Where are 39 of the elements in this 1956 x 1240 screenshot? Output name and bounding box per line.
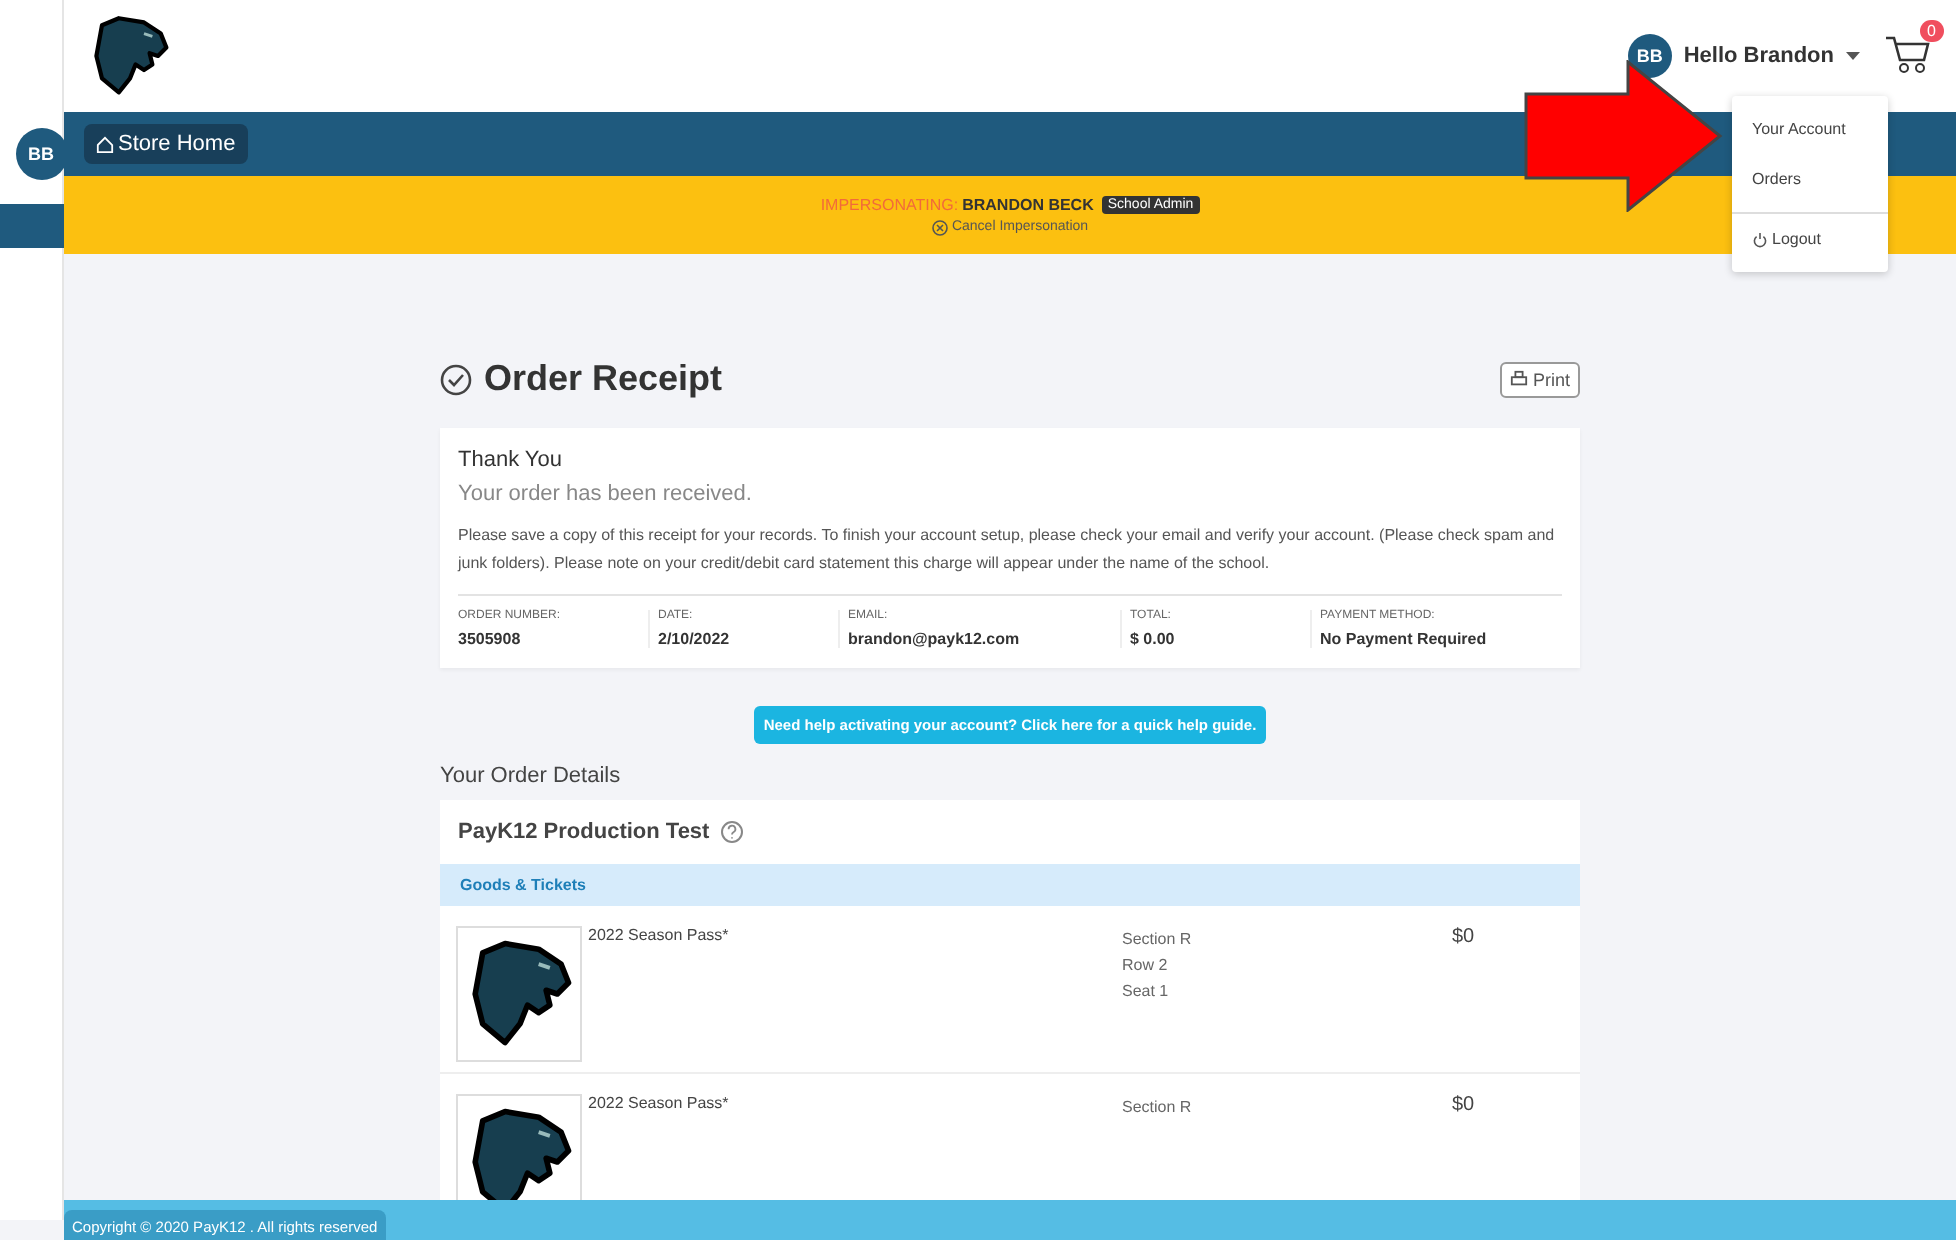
field-value: 2/10/2022 bbox=[658, 630, 732, 648]
category-header: Goods & Tickets bbox=[440, 864, 1580, 906]
page-title: Order Receipt bbox=[440, 358, 723, 400]
sidebar-active-bar bbox=[0, 204, 63, 248]
impersonating-label: IMPERSONATING: bbox=[820, 195, 959, 213]
close-icon bbox=[931, 219, 948, 235]
check-circle-icon bbox=[440, 363, 472, 395]
receipt-subheading: Your order has been received. bbox=[458, 482, 754, 506]
field-value: brandon@payk12.com bbox=[848, 630, 1022, 648]
field-value: 3505908 bbox=[458, 630, 523, 648]
power-icon bbox=[1752, 231, 1768, 247]
user-avatar: BB bbox=[15, 128, 67, 180]
impersonated-user-name: BRANDON BECK bbox=[962, 195, 1094, 213]
item-detail: Row 2 bbox=[1122, 956, 1170, 974]
receipt-heading: Thank You bbox=[458, 448, 564, 472]
user-menu-button[interactable]: Hello Brandon bbox=[1683, 44, 1860, 68]
field-value: No Payment Required bbox=[1320, 630, 1489, 648]
logout-menu-item[interactable]: Logout bbox=[1732, 212, 1888, 264]
item-name: 2022 Season Pass* bbox=[588, 926, 731, 944]
section-title: Your Order Details bbox=[440, 764, 623, 788]
field-value: $ 0.00 bbox=[1130, 630, 1177, 648]
home-icon bbox=[96, 135, 114, 153]
panther-logo bbox=[88, 12, 172, 100]
menu-item[interactable]: Orders bbox=[1732, 154, 1888, 204]
printer-icon bbox=[1510, 370, 1529, 388]
receipt-note: Please save a copy of this receipt for your records. To finish your account setup, please check your email and verify your account. (Please check spam and junk folders). Please note on your credit/debit card statement this charge will appear under the name of the school. bbox=[458, 522, 1562, 596]
item-detail: Seat 1 bbox=[1122, 982, 1171, 1000]
item-name: 2022 Season Pass* bbox=[588, 1094, 731, 1112]
store-home-button[interactable]: Store Home bbox=[84, 124, 248, 164]
menu-item[interactable]: Your Account bbox=[1732, 104, 1888, 154]
help-icon bbox=[719, 820, 744, 844]
item-price: $0 bbox=[1452, 1094, 1477, 1120]
store-name: PayK12 Production Test bbox=[458, 820, 710, 844]
caret-icon bbox=[1846, 51, 1860, 61]
print-button[interactable]: Print bbox=[1500, 361, 1580, 397]
cart-count-badge: 0 bbox=[1919, 20, 1944, 42]
item-detail: Section R bbox=[1122, 1098, 1194, 1116]
item-price: $0 bbox=[1452, 926, 1477, 952]
item-detail: Section R bbox=[1122, 930, 1194, 948]
